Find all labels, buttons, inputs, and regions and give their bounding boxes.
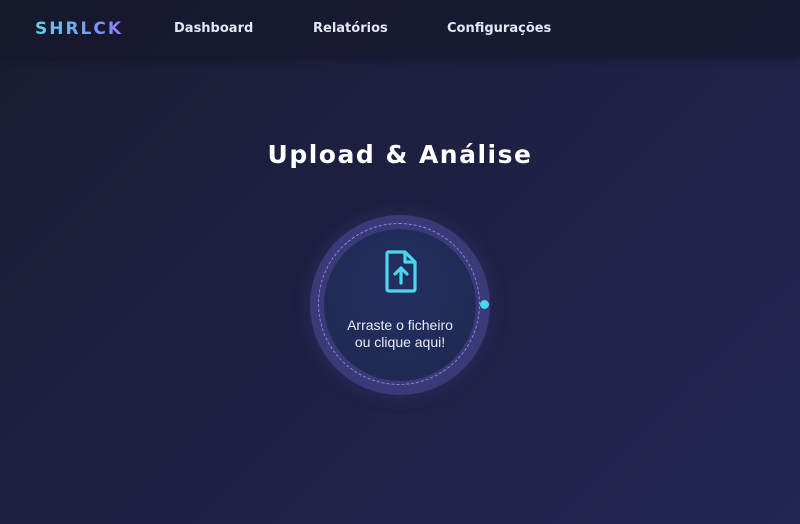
upload-instruction-line1: Arraste o ficheiro <box>347 317 453 333</box>
upload-instruction-line2: ou clique aqui! <box>354 334 446 350</box>
page-title: Upload & Análise <box>267 140 533 169</box>
upload-dashed-ring <box>318 223 480 385</box>
progress-indicator-dot <box>480 300 489 309</box>
brand-logo[interactable]: SHRLCK <box>35 19 123 39</box>
file-upload-icon <box>385 250 417 293</box>
top-navbar: SHRLCK Dashboard Relatórios Configuraçõe… <box>0 0 800 58</box>
nav-link-reports[interactable]: Relatórios <box>313 21 388 36</box>
nav-link-settings[interactable]: Configurações <box>447 21 551 36</box>
nav-link-dashboard[interactable]: Dashboard <box>174 21 253 36</box>
upload-dropzone[interactable] <box>310 215 490 395</box>
